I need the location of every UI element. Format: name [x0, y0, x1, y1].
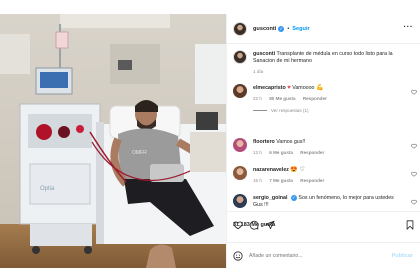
like-comment-heart-icon[interactable]: [411, 171, 417, 177]
like-comment-heart-icon[interactable]: [411, 143, 417, 149]
comment-username[interactable]: sergio_goinal: [253, 195, 287, 201]
flexed-biceps-emoji-icon: 💪: [316, 85, 324, 91]
view-replies-button[interactable]: Ver respuestas (1): [253, 107, 403, 114]
bookmark-icon[interactable]: [405, 220, 415, 230]
reply-button[interactable]: Responder: [300, 178, 324, 183]
commenter-avatar[interactable]: [233, 194, 247, 208]
post-side-panel: gusconti ✓ • Seguir ··· gusconti Transpl…: [226, 14, 420, 268]
emoji-icon[interactable]: [233, 250, 243, 261]
like-comment-heart-icon[interactable]: [411, 199, 417, 205]
comment-text: Vamoooo: [292, 85, 315, 91]
comment-likes[interactable]: 6 Me gusta: [269, 150, 293, 155]
likes-count[interactable]: 31,183 Me gusta: [233, 222, 275, 228]
ellipsis-icon[interactable]: ···: [404, 23, 414, 31]
red-heart-emoji-icon: ♥: [287, 85, 291, 91]
author-avatar[interactable]: [233, 50, 247, 64]
post-header: gusconti ✓ • Seguir ···: [227, 14, 420, 44]
hospital-photo-illustration: Optia OMFR: [0, 14, 226, 268]
comment-text: Vamos gus!!: [276, 139, 306, 145]
commenter-avatar[interactable]: [233, 84, 247, 98]
comment-username[interactable]: elmecapristo: [253, 85, 286, 91]
caption-username[interactable]: gusconti: [253, 51, 275, 57]
replies-divider: [253, 110, 267, 111]
comment-age[interactable]: 13 h: [253, 150, 262, 155]
comment-username[interactable]: nazarenavelez: [253, 167, 289, 173]
comment-age[interactable]: 22 h: [253, 96, 262, 101]
author-avatar[interactable]: [233, 21, 247, 36]
verified-badge-icon: ✓: [278, 25, 285, 32]
comment-likes[interactable]: 7 Me gusta: [269, 178, 293, 183]
like-comment-heart-icon[interactable]: [411, 89, 417, 95]
view-replies-label: Ver respuestas (1): [271, 108, 309, 113]
commenter-avatar[interactable]: [233, 166, 247, 180]
comment-username[interactable]: floortero: [253, 139, 275, 145]
verified-badge-icon: ✓: [290, 195, 297, 201]
commenter-avatar[interactable]: [233, 138, 247, 152]
comments-list: gusconti Transplante de médula en curso …: [227, 44, 420, 211]
follow-button[interactable]: Seguir: [292, 26, 309, 32]
author-username[interactable]: gusconti: [253, 26, 276, 32]
reply-button[interactable]: Responder: [300, 150, 324, 155]
heart-eyes-emoji-icon: 😍: [290, 167, 298, 173]
heart-outline-emoji-icon: ♡: [299, 167, 305, 173]
comment-likes[interactable]: 80 Me gusta: [269, 96, 295, 101]
caption-time[interactable]: 1 día: [253, 69, 263, 74]
reply-button[interactable]: Responder: [303, 96, 327, 101]
svg-text:Optia: Optia: [40, 186, 55, 192]
publish-button[interactable]: Publicar: [392, 253, 413, 259]
post-photo[interactable]: Optia OMFR: [0, 14, 226, 268]
comment-age[interactable]: 16 h: [253, 178, 262, 183]
svg-text:OMFR: OMFR: [132, 150, 147, 156]
separator-dot: •: [287, 25, 290, 32]
comment-composer: Publicar: [227, 242, 420, 268]
comment-input[interactable]: [249, 252, 389, 259]
